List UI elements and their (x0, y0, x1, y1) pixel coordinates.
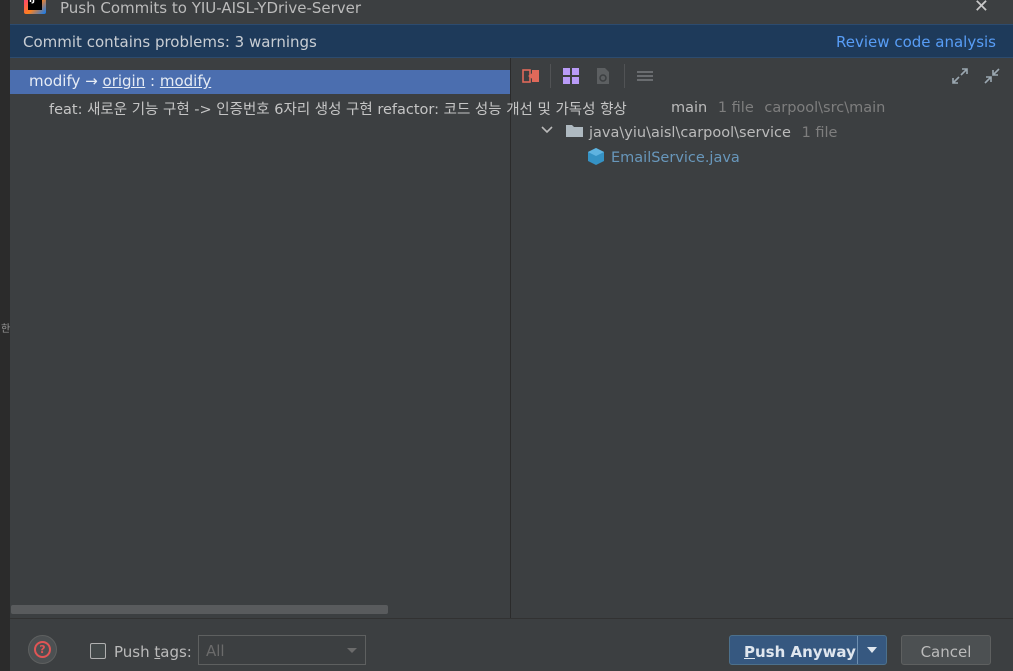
push-anyway-label: Push Anyway (744, 643, 856, 661)
tree-node-count: 1 file (801, 125, 838, 141)
cancel-button[interactable]: Cancel (901, 635, 991, 665)
dialog-title: Push Commits to YIU-AISL-YDrive-Server (60, 0, 362, 17)
dialog-footer: ? Push tags: All Push Anyway Cancel (10, 618, 1013, 671)
changes-pane: main 1 file carpool\src\main java\yiu\ai… (511, 58, 1013, 618)
branch-separator: : (150, 72, 156, 90)
toolbar-separator (550, 64, 551, 88)
tree-node-package[interactable]: java\yiu\aisl\carpool\service 1 file (589, 125, 837, 141)
push-options-dropdown-icon[interactable] (867, 647, 877, 653)
target-branch-link[interactable]: modify (160, 72, 211, 90)
tree-node-main[interactable]: main 1 file carpool\src\main (671, 100, 885, 116)
tree-node-file[interactable]: EmailService.java (611, 150, 740, 166)
branch-row[interactable]: modify → origin : modify (10, 70, 510, 94)
ime-indicator: 한 (1, 324, 11, 335)
file-name: EmailService.java (611, 150, 740, 166)
show-diff-icon[interactable] (522, 67, 540, 85)
commit-item[interactable]: feat: 새로운 기능 구현 -> 인증번호 6자리 생성 구현 refact… (49, 98, 627, 119)
collapse-panel-icon[interactable] (983, 67, 1001, 85)
chevron-down-icon[interactable] (541, 124, 553, 136)
push-tags-label[interactable]: Push tags: (114, 643, 192, 661)
java-class-icon (588, 148, 604, 165)
tags-select[interactable]: All (198, 635, 366, 665)
push-anyway-button[interactable]: Push Anyway (729, 635, 887, 665)
banner-message: Commit contains problems: 3 warnings (23, 33, 317, 51)
tree-node-label: java\yiu\aisl\carpool\service (589, 125, 791, 141)
button-split (857, 636, 858, 664)
tree-node-label: main (671, 100, 708, 116)
intellij-app-icon: IJ (24, 0, 46, 14)
expand-all-icon[interactable] (636, 67, 654, 85)
warning-banner: Commit contains problems: 3 warnings Rev… (10, 24, 1013, 58)
tags-select-value: All (206, 642, 225, 660)
tree-node-count: 1 file (717, 100, 754, 116)
push-commits-dialog: IJ Push Commits to YIU-AISL-YDrive-Serve… (10, 0, 1013, 671)
push-tags-checkbox[interactable] (90, 643, 106, 659)
dialog-titlebar: IJ Push Commits to YIU-AISL-YDrive-Serve… (10, 0, 1013, 24)
help-icon: ? (34, 641, 51, 658)
remote-name-link[interactable]: origin (103, 72, 146, 90)
tree-node-path: carpool\src\main (764, 100, 886, 116)
background-window-strip: 한 (0, 0, 10, 671)
changes-toolbar (511, 58, 1013, 94)
folder-icon (566, 125, 583, 137)
open-source-icon[interactable] (594, 67, 612, 85)
close-icon[interactable]: ✕ (974, 0, 989, 17)
commits-pane: modify → origin : modify feat: 새로운 기능 구현… (10, 58, 627, 618)
branch-arrow: → (85, 72, 98, 90)
review-code-analysis-link[interactable]: Review code analysis (836, 33, 996, 51)
local-branch: modify (29, 72, 81, 90)
expand-panel-icon[interactable] (951, 67, 969, 85)
horizontal-scrollbar[interactable] (11, 605, 388, 614)
dropdown-arrow-icon (347, 648, 357, 653)
toolbar-separator (624, 64, 625, 88)
group-by-icon[interactable] (562, 67, 580, 85)
help-button[interactable]: ? (28, 635, 57, 664)
